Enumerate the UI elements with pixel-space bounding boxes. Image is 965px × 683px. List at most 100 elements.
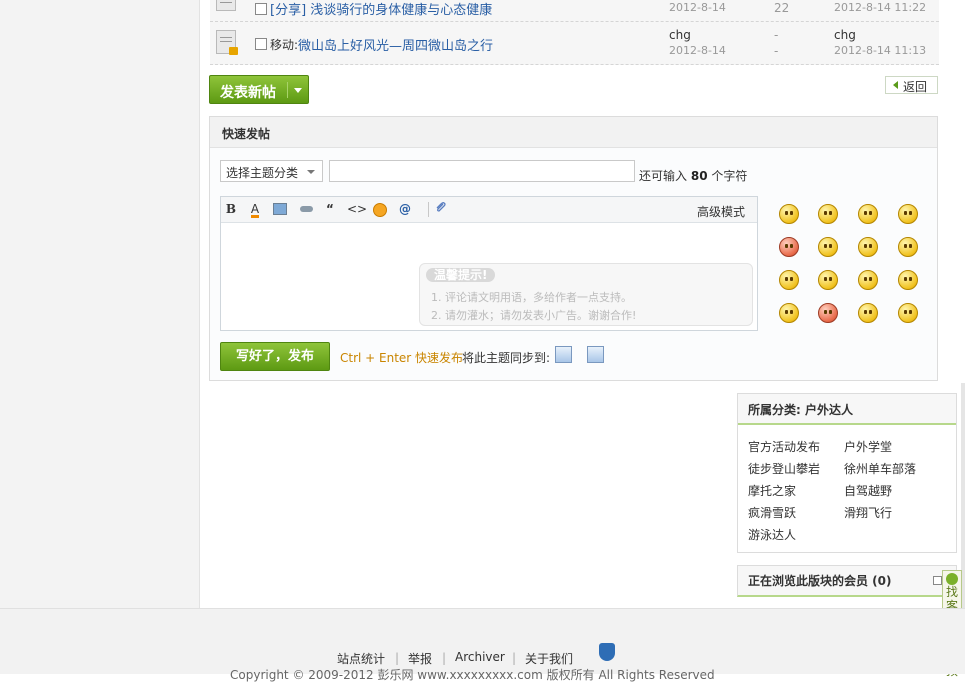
thread-author-date: 2012-8-14 <box>669 44 726 57</box>
sync-label: 将此主题同步到: <box>462 351 551 365</box>
image-button[interactable] <box>272 201 288 217</box>
back-label: 返回 <box>903 80 928 94</box>
locked-folder-icon <box>216 30 238 55</box>
thread-checkbox[interactable] <box>255 3 267 15</box>
confused-face-icon[interactable] <box>818 237 838 257</box>
footer-link-archiver[interactable]: Archiver <box>455 650 505 664</box>
thread-replies: 22 <box>774 1 790 15</box>
page-footer <box>0 608 965 674</box>
paperclip-icon <box>436 202 446 212</box>
char-count-prefix: 还可输入 <box>639 169 688 183</box>
thread-title-link[interactable]: 微山岛上好风光—周四微山岛之行 <box>298 35 493 54</box>
bold-button[interactable]: B <box>223 201 239 217</box>
category-link[interactable]: 游泳达人 <box>748 526 796 543</box>
submit-post-button[interactable]: 写好了，发布 <box>220 342 330 371</box>
copyright-text: Copyright © 2009-2012 彭乐网 www.xxxxxxxxx.… <box>230 668 715 682</box>
category-select-value: 选择主题分类 <box>226 166 299 180</box>
category-link[interactable]: 徒步登山攀岩 <box>748 460 820 477</box>
shortcut-hint: Ctrl + Enter 快速发布 <box>340 351 464 365</box>
category-select[interactable]: 选择主题分类 <box>220 160 323 182</box>
chevron-down-icon[interactable] <box>294 88 302 93</box>
footer-link-stats[interactable]: 站点统计 <box>337 650 385 667</box>
code-button[interactable]: <> <box>347 201 367 217</box>
category-box-title: 所属分类: 户外达人 <box>748 403 853 417</box>
thread-last-time: 2012-8-14 11:13 <box>834 44 927 57</box>
sad-face-icon[interactable] <box>818 204 838 224</box>
tip-box: 温馨提示! 1. 评论请文明用语，多给作者一点支持。 2. 请勿灌水；请勿发表小… <box>419 263 753 326</box>
back-arrow-icon <box>893 81 898 89</box>
font-color-icon: A <box>250 202 260 218</box>
new-post-label: 发表新帖 <box>220 85 276 101</box>
tip-title: 温馨提示! <box>426 268 496 282</box>
viewers-box: 正在浏览此版块的会员 (0) <box>737 565 957 597</box>
smiley-icon <box>373 203 387 217</box>
quick-post-panel: 快速发帖 选择主题分类 还可输入 80 个字符 B A “ <> @ 高级模式 … <box>209 116 938 381</box>
service-label: 找 <box>945 585 958 599</box>
folder-icon <box>216 0 236 11</box>
mad-face-icon[interactable] <box>858 303 878 323</box>
thread-last-user[interactable]: chg <box>834 28 856 42</box>
angry-face-icon[interactable] <box>779 237 799 257</box>
button-divider <box>287 82 288 98</box>
message-editor[interactable]: B A “ <> @ 高级模式 温馨提示! 1. 评论请文明用语，多给作者一点支… <box>220 196 758 331</box>
shocked-face-icon[interactable] <box>818 303 838 323</box>
subject-input[interactable] <box>329 160 635 182</box>
link-button[interactable] <box>298 201 314 217</box>
frown-face-icon[interactable] <box>858 270 878 290</box>
left-pane <box>0 0 200 608</box>
quick-post-header: 快速发帖 <box>210 117 937 148</box>
image-icon <box>273 203 287 215</box>
category-link[interactable]: 徐州单车部落 <box>844 460 916 477</box>
char-count-suffix: 个字符 <box>711 169 748 183</box>
font-color-button[interactable]: A <box>247 201 263 218</box>
thread-views: - <box>774 44 779 58</box>
back-button[interactable]: 返回 <box>885 76 938 94</box>
thread-title-link[interactable]: [分享] 浅谈骑行的身体健康与心态健康 <box>270 0 492 18</box>
sync-weibo-icon[interactable] <box>555 346 572 363</box>
wink-face-icon[interactable] <box>858 237 878 257</box>
smiley-icon[interactable] <box>779 204 799 224</box>
emoticon-button[interactable] <box>372 201 388 217</box>
security-shield-icon[interactable] <box>599 643 615 661</box>
category-link[interactable]: 摩托之家 <box>748 482 796 499</box>
quote-button[interactable]: “ <box>322 201 338 217</box>
category-link[interactable]: 户外学堂 <box>844 438 892 455</box>
thread-row: 移动: 微山岛上好风光—周四微山岛之行 chg 2012-8-14 - - ch… <box>210 22 939 65</box>
tip-line: 2. 请勿灌水；请勿发表小广告。谢谢合作! <box>431 309 637 322</box>
smile-face-icon[interactable] <box>779 303 799 323</box>
expand-toggle-icon[interactable] <box>933 576 942 585</box>
crying-face-icon[interactable] <box>898 204 918 224</box>
category-box-header: 所属分类: 户外达人 <box>738 394 956 425</box>
lock-icon <box>229 47 238 55</box>
grin-face-icon[interactable] <box>858 204 878 224</box>
thread-last-time: 2012-8-14 11:22 <box>834 1 927 14</box>
viewers-box-title: 正在浏览此版块的会员 (0) <box>748 574 892 588</box>
char-count-number: 80 <box>690 169 708 183</box>
thread-author-date: 2012-8-14 <box>669 1 726 14</box>
editor-toolbar: B A “ <> @ 高级模式 <box>221 197 757 223</box>
thread-author[interactable]: chg <box>669 28 691 42</box>
advanced-mode-link[interactable]: 高级模式 <box>697 203 745 220</box>
quick-post-title: 快速发帖 <box>222 127 271 141</box>
thread-checkbox[interactable] <box>255 38 267 50</box>
footer-link-report[interactable]: 举报 <box>408 650 432 667</box>
footer-link-about[interactable]: 关于我们 <box>525 650 573 667</box>
tongue-face-icon[interactable] <box>818 270 838 290</box>
thinking-face-icon[interactable] <box>779 270 799 290</box>
dropdown-arrow-icon <box>307 170 315 174</box>
thread-row: [分享] 浅谈骑行的身体健康与心态健康 2012-8-14 22 2012-8-… <box>210 0 939 22</box>
new-post-button[interactable]: 发表新帖 <box>209 75 309 104</box>
mention-button[interactable]: @ <box>397 201 413 217</box>
link-icon <box>299 206 313 212</box>
sync-qq-icon[interactable] <box>587 346 604 363</box>
category-link[interactable]: 滑翔飞行 <box>844 504 892 521</box>
thread-replies: - <box>774 28 779 42</box>
category-link[interactable]: 官方活动发布 <box>748 438 820 455</box>
cool-face-icon[interactable] <box>898 303 918 323</box>
attachment-button[interactable] <box>433 201 449 217</box>
category-link[interactable]: 疯滑雪跃 <box>748 504 796 521</box>
category-link[interactable]: 自驾越野 <box>844 482 892 499</box>
footer-divider: | <box>395 651 400 665</box>
laughing-face-icon[interactable] <box>898 270 918 290</box>
shy-face-icon[interactable] <box>898 237 918 257</box>
